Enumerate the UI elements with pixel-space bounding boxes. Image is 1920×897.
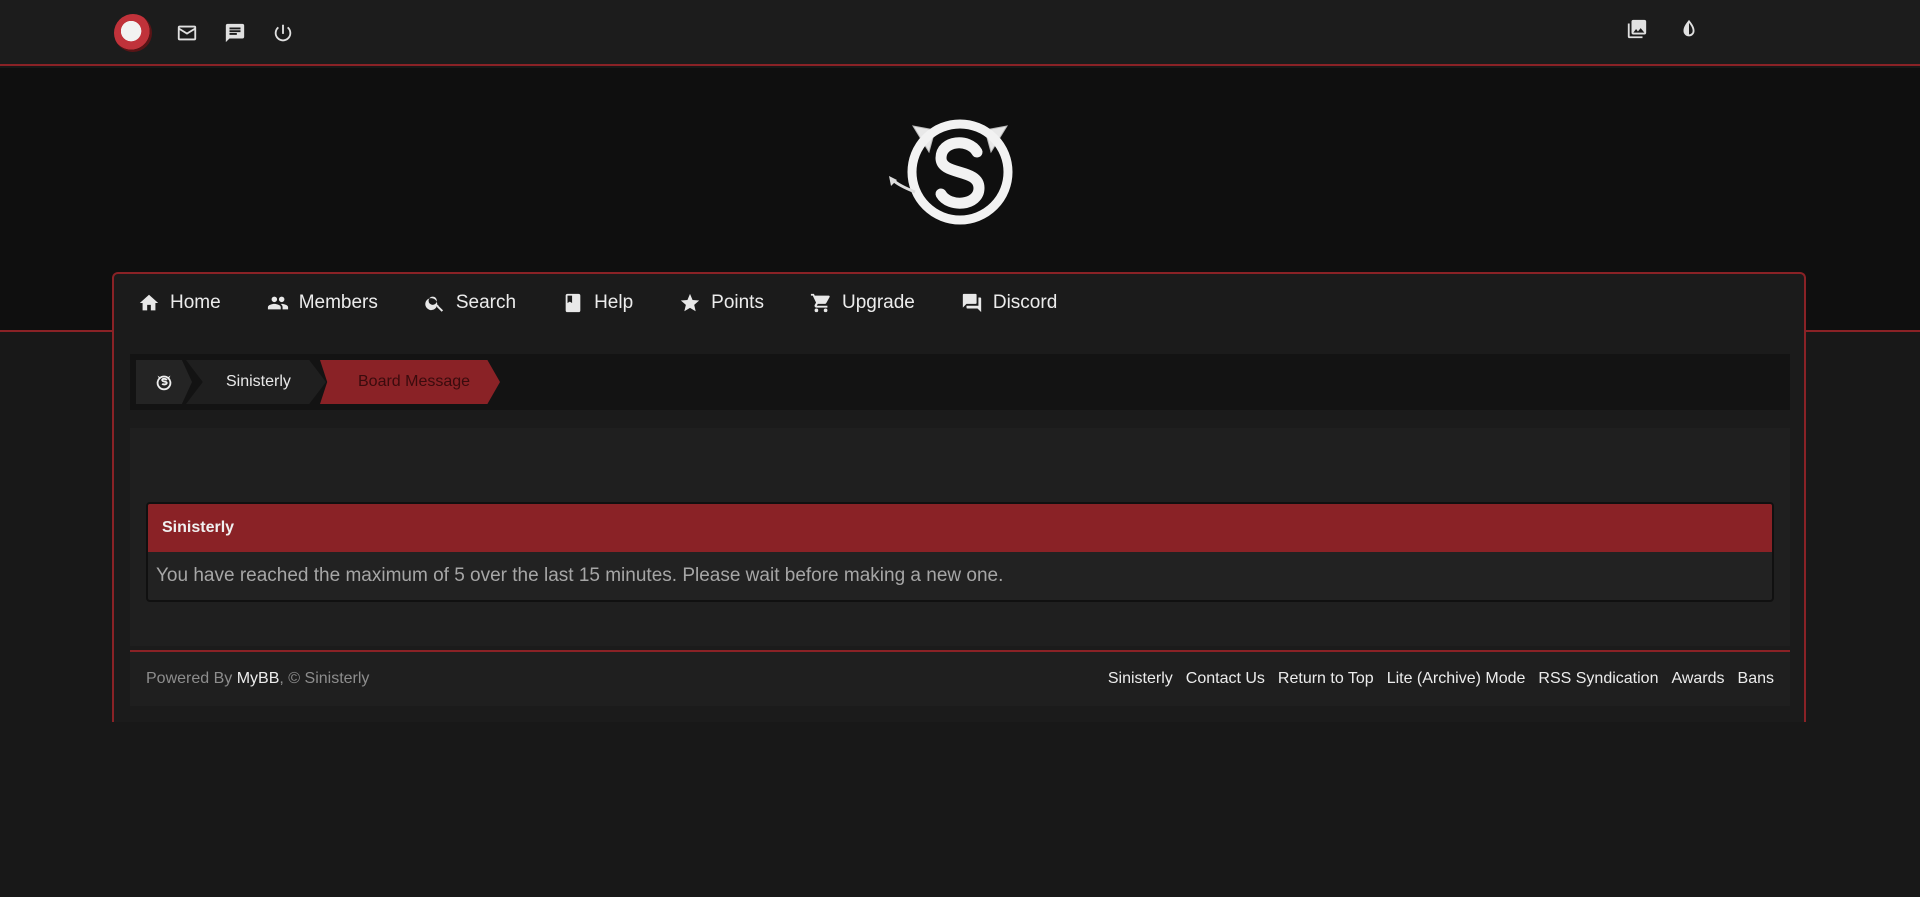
discord-chat-icon (962, 293, 982, 313)
site-logo-small-icon (156, 375, 172, 391)
members-icon (267, 296, 288, 310)
nav-home[interactable]: Home (138, 292, 221, 314)
site-logo[interactable] (885, 110, 1035, 230)
home-icon (139, 294, 159, 311)
top-bar-right (1624, 16, 1702, 42)
top-bar (0, 0, 1920, 66)
nav-members[interactable]: Members (267, 292, 378, 314)
nav-upgrade[interactable]: Upgrade (810, 292, 915, 314)
footer-link-contact[interactable]: Contact Us (1186, 670, 1265, 688)
footer-links: Sinisterly Contact Us Return to Top Lite… (1108, 670, 1774, 688)
footer-link-bans[interactable]: Bans (1738, 670, 1774, 688)
breadcrumb-current: Board Message (320, 360, 500, 404)
breadcrumb-home[interactable] (136, 360, 192, 404)
cart-icon (810, 293, 830, 313)
main-nav: Home Members Search Help Points Upgrade … (138, 292, 1103, 314)
main-container: Home Members Search Help Points Upgrade … (112, 272, 1806, 722)
footer: Powered By MyBB, © Sinisterly Sinisterly… (130, 650, 1790, 706)
nav-upgrade-label: Upgrade (841, 292, 915, 313)
contrast-icon[interactable] (1676, 16, 1702, 42)
powered-prefix: Powered By (146, 670, 237, 687)
nav-help[interactable]: Help (562, 292, 633, 314)
top-bar-left (114, 14, 318, 52)
message-body: You have reached the maximum of 5 over t… (156, 565, 1004, 586)
breadcrumb: Sinisterly Board Message (130, 354, 1790, 410)
powered-suffix: , © Sinisterly (279, 670, 370, 687)
nav-discord[interactable]: Discord (961, 292, 1057, 314)
help-book-icon (565, 293, 581, 313)
board-message: Sinisterly You have reached the maximum … (146, 502, 1774, 602)
breadcrumb-site[interactable]: Sinisterly (186, 360, 326, 404)
footer-link-lite[interactable]: Lite (Archive) Mode (1387, 670, 1526, 688)
footer-link-rss[interactable]: RSS Syndication (1538, 670, 1658, 688)
message-title: Sinisterly (148, 504, 1772, 552)
nav-members-label: Members (298, 292, 378, 313)
nav-search[interactable]: Search (424, 292, 516, 314)
content-area: Sinisterly You have reached the maximum … (130, 428, 1790, 646)
nav-help-label: Help (594, 292, 634, 313)
powered-by: Powered By MyBB, © Sinisterly (146, 670, 369, 688)
nav-points[interactable]: Points (679, 292, 764, 314)
nav-home-label: Home (170, 292, 221, 313)
power-icon[interactable] (270, 20, 296, 46)
mail-icon[interactable] (174, 20, 200, 46)
mybb-link[interactable]: MyBB (237, 670, 280, 687)
nav-points-label: Points (711, 292, 764, 313)
footer-link-sinisterly[interactable]: Sinisterly (1108, 670, 1173, 688)
nav-discord-label: Discord (992, 292, 1058, 313)
nav-search-label: Search (455, 292, 517, 313)
search-icon (425, 296, 443, 312)
footer-link-awards[interactable]: Awards (1671, 670, 1724, 688)
gallery-icon[interactable] (1624, 16, 1650, 42)
star-icon (680, 293, 700, 312)
chat-icon[interactable] (222, 20, 248, 46)
user-avatar[interactable] (114, 14, 152, 52)
footer-link-top[interactable]: Return to Top (1278, 670, 1374, 688)
